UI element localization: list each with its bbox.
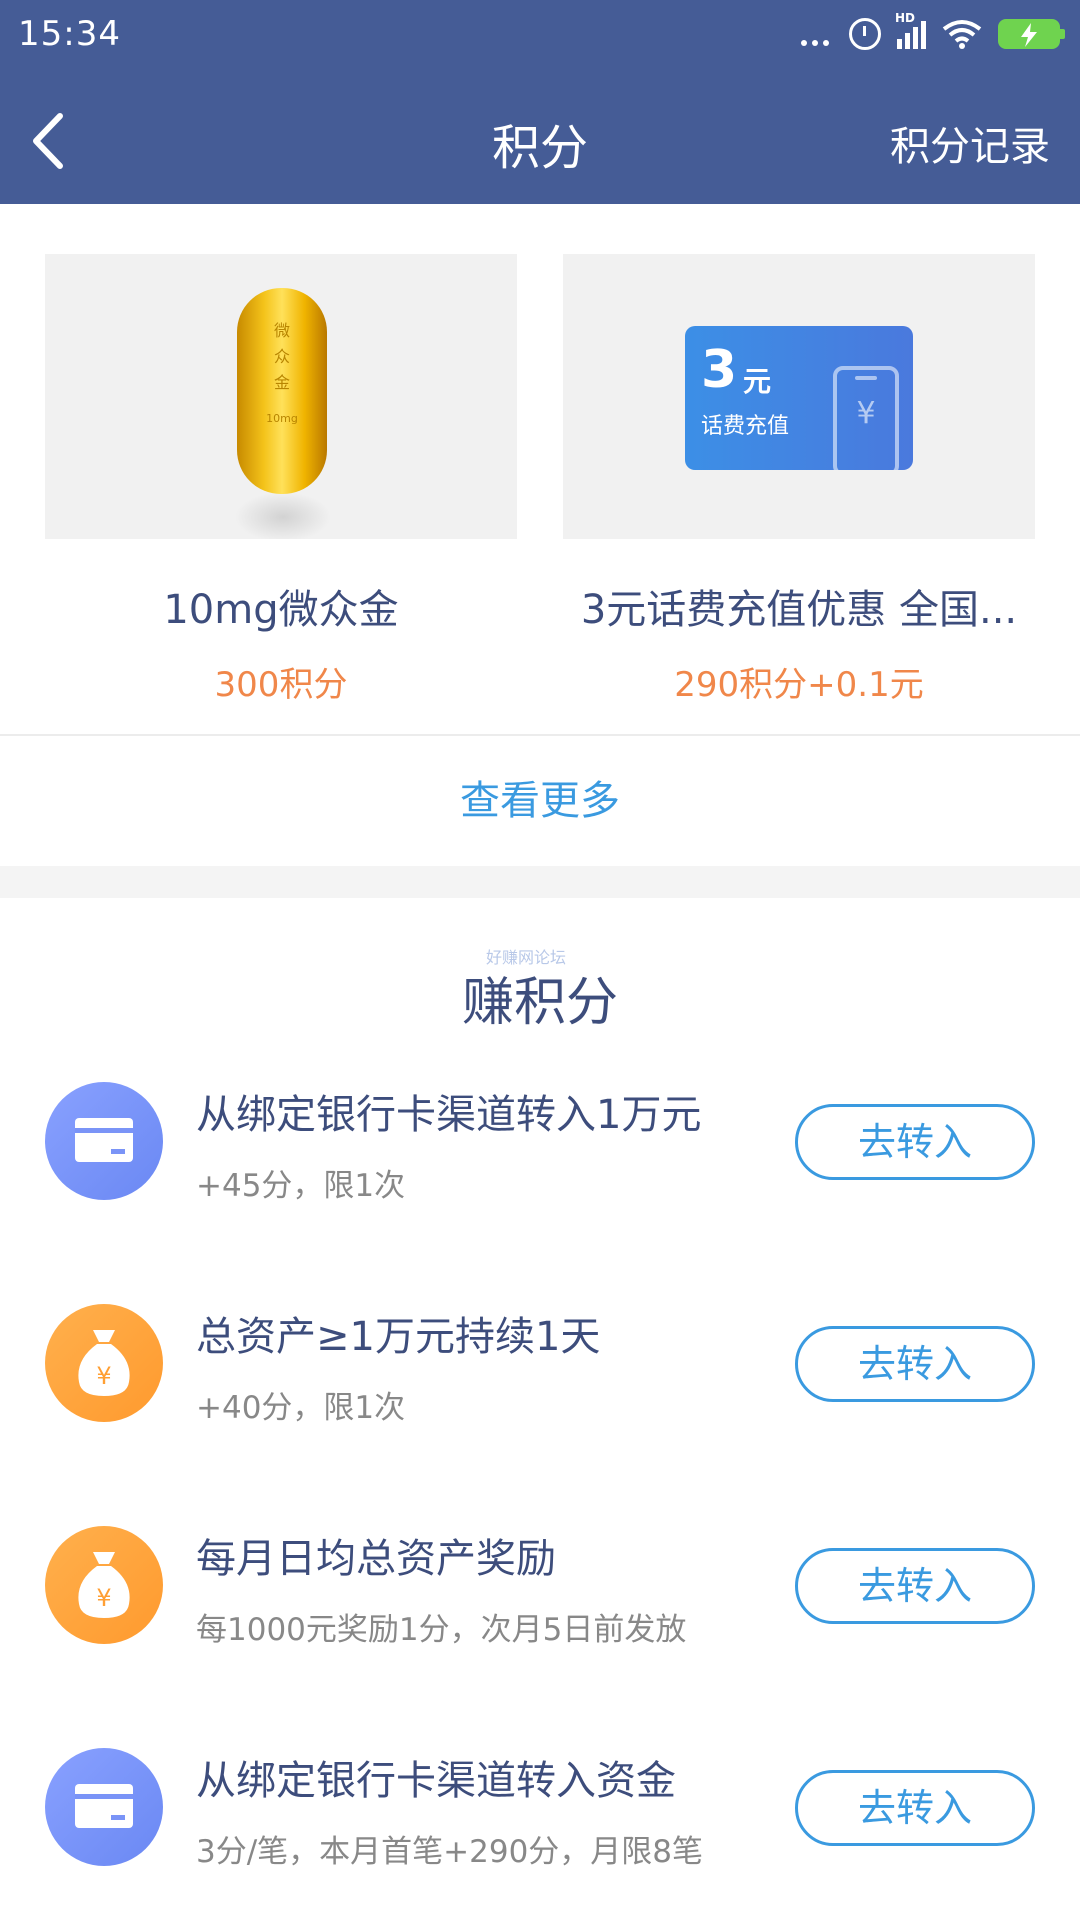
- points-record-link[interactable]: 积分记录: [890, 114, 1050, 172]
- task-subtitle: 3分/笔，本月首笔+290分，月限8笔: [196, 1834, 704, 1870]
- wifi-icon: [942, 20, 982, 49]
- task-item: 从绑定银行卡渠道转入1万元 +45分，限1次 去转入: [0, 1082, 1080, 1242]
- product-card[interactable]: 3 元 话费充值 ¥ 3元话费充值优惠 全国... 290积分+0.1元: [563, 254, 1035, 706]
- alarm-icon: [849, 18, 881, 50]
- battery-icon: [998, 19, 1065, 49]
- gold-engraving-char: 众: [273, 347, 290, 366]
- money-bag-icon: ¥: [45, 1304, 163, 1422]
- gold-weight-label: 10mg: [266, 412, 298, 425]
- gold-engraving-char: 金: [273, 373, 290, 392]
- status-bar: 15:34 HD: [0, 0, 1080, 76]
- product-name: 10mg微众金: [163, 587, 399, 633]
- product-price: 290积分+0.1元: [674, 665, 924, 705]
- voucher-unit: 元: [743, 365, 772, 398]
- transfer-in-button[interactable]: 去转入: [795, 1104, 1035, 1180]
- product-name: 3元话费充值优惠 全国...: [580, 587, 1018, 633]
- money-bag-icon: ¥: [45, 1526, 163, 1644]
- cell-signal-icon: HD: [895, 11, 926, 49]
- status-time: 15:34: [18, 14, 121, 54]
- svg-text:¥: ¥: [96, 1362, 111, 1390]
- gold-bar-icon: 微 众 金 10mg: [237, 288, 327, 494]
- product-list: 微 众 金 10mg 10mg微众金 300积分 3 元 话费充值 ¥ 3元话费…: [0, 204, 1080, 736]
- product-card[interactable]: 微 众 金 10mg 10mg微众金 300积分: [45, 254, 517, 706]
- network-type-label: HD: [895, 11, 916, 25]
- status-icons: HD: [801, 11, 1065, 50]
- task-item: ¥ 每月日均总资产奖励 每1000元奖励1分，次月5日前发放 去转入: [0, 1526, 1080, 1686]
- transfer-in-button[interactable]: 去转入: [795, 1548, 1035, 1624]
- task-title: 每月日均总资产奖励: [196, 1536, 556, 1582]
- transfer-in-button[interactable]: 去转入: [795, 1326, 1035, 1402]
- section-gap: [0, 866, 1080, 898]
- yen-symbol: ¥: [856, 396, 876, 431]
- task-item: ¥ 总资产≥1万元持续1天 +40分，限1次 去转入: [0, 1304, 1080, 1464]
- task-subtitle: +40分，限1次: [196, 1390, 406, 1426]
- view-more-link[interactable]: 查看更多: [0, 736, 1080, 866]
- more-notifications-icon: [801, 22, 829, 46]
- product-price: 300积分: [214, 665, 348, 705]
- transfer-in-button[interactable]: 去转入: [795, 1770, 1035, 1846]
- gold-engraving-char: 微: [273, 321, 290, 340]
- nav-bar: 积分 积分记录: [0, 76, 1080, 204]
- task-subtitle: 每1000元奖励1分，次月5日前发放: [196, 1612, 687, 1648]
- voucher-desc: 话费充值: [701, 414, 790, 439]
- phone-icon: ¥: [833, 366, 899, 470]
- gold-bar-shadow: [235, 492, 331, 539]
- task-title: 从绑定银行卡渠道转入1万元: [196, 1092, 702, 1138]
- task-title: 从绑定银行卡渠道转入资金: [196, 1758, 676, 1804]
- earn-section-title: 赚积分: [461, 973, 618, 1033]
- svg-text:¥: ¥: [96, 1584, 111, 1612]
- product-image-phone-credit: 3 元 话费充值 ¥: [563, 254, 1035, 539]
- task-title: 总资产≥1万元持续1天: [196, 1314, 601, 1360]
- task-item: 从绑定银行卡渠道转入资金 3分/笔，本月首笔+290分，月限8笔 去转入: [0, 1748, 1080, 1908]
- task-subtitle: +45分，限1次: [196, 1168, 406, 1204]
- voucher-amount: 3: [701, 340, 738, 400]
- phone-credit-voucher: 3 元 话费充值 ¥: [685, 326, 913, 470]
- product-image-gold-bar: 微 众 金 10mg: [45, 254, 517, 539]
- top-bar: 15:34 HD 积分 积分记录: [0, 0, 1080, 204]
- bank-card-icon: [45, 1082, 163, 1200]
- bank-card-icon: [45, 1748, 163, 1866]
